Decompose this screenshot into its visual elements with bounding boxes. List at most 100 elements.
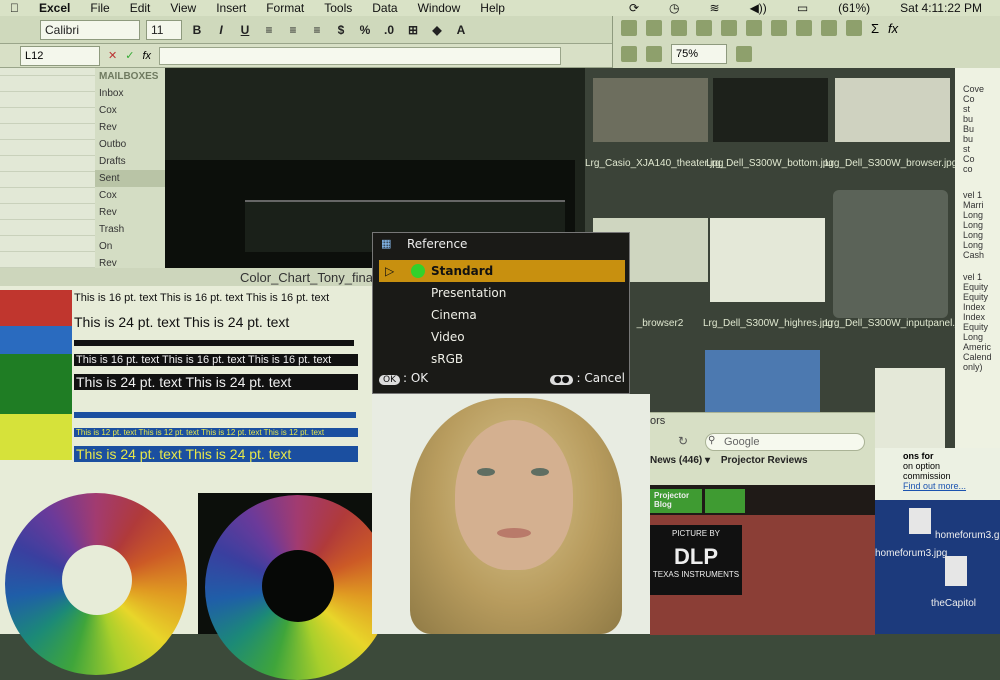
bookmark-news[interactable]: News (446) ▾ xyxy=(650,455,710,466)
menu-insert[interactable]: Insert xyxy=(216,1,246,15)
format-painter-icon[interactable] xyxy=(796,20,812,36)
text-row-16pt[interactable]: This is 16 pt. text This is 16 pt. text … xyxy=(74,292,329,304)
osd-item-video[interactable]: Video xyxy=(379,326,625,348)
copy-icon[interactable] xyxy=(746,20,762,36)
cancel-icon[interactable]: ✕ xyxy=(108,49,117,62)
help-icon[interactable] xyxy=(736,46,752,62)
osd-item-presentation[interactable]: Presentation xyxy=(379,282,625,304)
underline-button[interactable]: U xyxy=(236,21,254,39)
borders-icon[interactable]: ⊞ xyxy=(404,21,422,39)
menu-data[interactable]: Data xyxy=(372,1,397,15)
osd-item-cinema[interactable]: Cinema xyxy=(379,304,625,326)
paste-icon[interactable] xyxy=(771,20,787,36)
redo-icon[interactable] xyxy=(846,20,862,36)
menu-edit[interactable]: Edit xyxy=(130,1,151,15)
desktop-file-label[interactable]: homeforum3.gif xyxy=(935,530,1000,541)
browser-tab[interactable]: ors xyxy=(650,415,665,427)
undo-icon[interactable] xyxy=(821,20,837,36)
clock[interactable]: Sat 4:11:22 PM xyxy=(900,1,982,15)
desktop-file-label[interactable]: theCapitol xyxy=(931,598,976,609)
jpeg-file-icon[interactable] xyxy=(945,556,967,586)
mailbox-item[interactable]: Rev xyxy=(95,255,165,268)
thumbnail-label[interactable]: Lrg_Dell_S300W_bottom.jpg xyxy=(705,158,835,170)
thumbnail-label[interactable]: Lrg_Casio_XJA140_theater.jpg xyxy=(585,158,723,170)
thumbnail[interactable] xyxy=(835,78,950,142)
osd-item-standard[interactable]: ▷ Standard xyxy=(379,260,625,282)
thumbnail[interactable] xyxy=(705,350,820,416)
clock-icon[interactable]: ◷ xyxy=(669,1,679,15)
dlp-logo[interactable]: PICTURE BY DLP TEXAS INSTRUMENTS xyxy=(650,525,742,595)
battery-percent[interactable]: (61%) xyxy=(838,1,870,15)
menu-view[interactable]: View xyxy=(170,1,196,15)
percent-button[interactable]: % xyxy=(356,21,374,39)
confirm-icon[interactable]: ✓ xyxy=(125,49,134,62)
battery-icon[interactable]: ▭ xyxy=(797,1,808,15)
open-icon[interactable] xyxy=(646,20,662,36)
new-icon[interactable] xyxy=(621,20,637,36)
save-icon[interactable] xyxy=(671,20,687,36)
align-center-icon[interactable]: ≡ xyxy=(284,21,302,39)
text-row-12pt[interactable]: This is 12 pt. text This is 12 pt. text … xyxy=(74,428,358,437)
menu-window[interactable]: Window xyxy=(418,1,461,15)
osd-item-srgb[interactable]: sRGB xyxy=(379,348,625,370)
print-icon[interactable] xyxy=(696,20,712,36)
mailbox-inbox[interactable]: Inbox xyxy=(95,85,165,102)
selected-thumbnail[interactable] xyxy=(833,190,948,318)
italic-button[interactable]: I xyxy=(212,21,230,39)
mailbox-item[interactable]: Cox xyxy=(95,102,165,119)
menu-app-name[interactable]: Excel xyxy=(39,1,70,15)
thumbnail[interactable] xyxy=(875,368,945,448)
thumbnail[interactable] xyxy=(593,78,708,142)
zoom-select[interactable]: 75% xyxy=(671,44,727,64)
bookmark-projector-reviews[interactable]: Projector Reviews xyxy=(721,455,808,466)
font-name-select[interactable]: Calibri xyxy=(40,19,140,40)
align-right-icon[interactable]: ≡ xyxy=(308,21,326,39)
thumbnail[interactable] xyxy=(710,218,825,302)
menu-help[interactable]: Help xyxy=(480,1,505,15)
search-input[interactable]: Google xyxy=(705,433,865,451)
color-swatch-yellow[interactable] xyxy=(0,414,72,460)
mailbox-item[interactable]: Cox xyxy=(95,187,165,204)
text-row-24pt-blue[interactable]: This is 24 pt. text This is 24 pt. text xyxy=(74,446,358,462)
menu-format[interactable]: Format xyxy=(266,1,304,15)
mailbox-item[interactable]: On xyxy=(95,238,165,255)
sync-icon[interactable]: ⟳ xyxy=(629,1,639,15)
toolbox-icon[interactable] xyxy=(621,46,637,62)
mailbox-sent[interactable]: Sent xyxy=(95,170,165,187)
menu-file[interactable]: File xyxy=(90,1,109,15)
cut-icon[interactable] xyxy=(721,20,737,36)
bold-button[interactable]: B xyxy=(188,21,206,39)
reload-icon[interactable]: ↻ xyxy=(678,434,688,448)
apple-icon[interactable]:  xyxy=(10,1,19,15)
cell-reference[interactable]: L12 xyxy=(20,45,100,66)
mailbox-trash[interactable]: Trash xyxy=(95,221,165,238)
color-swatch-blue[interactable] xyxy=(0,326,72,354)
osd-ok-hint[interactable]: OK: OK xyxy=(379,371,428,389)
fill-color-icon[interactable]: ◆ xyxy=(428,21,446,39)
desktop-file-label[interactable]: homeforum3.jpg xyxy=(875,548,947,559)
volume-icon[interactable]: ◀)) xyxy=(750,1,767,15)
text-row-16pt-inverse[interactable]: This is 16 pt. text This is 16 pt. text … xyxy=(74,354,358,366)
projector-blog-link[interactable]: Projector Blog xyxy=(650,489,702,513)
mailbox-drafts[interactable]: Drafts xyxy=(95,153,165,170)
thumbnail-label[interactable]: Lrg_Dell_S300W_highres.jpg xyxy=(703,318,833,330)
function-button[interactable]: fx xyxy=(142,50,151,62)
thumbnail-label[interactable]: Lrg_Dell_S300W_inputpanel.jpg xyxy=(825,318,968,330)
formula-input[interactable] xyxy=(159,46,561,65)
currency-button[interactable]: $ xyxy=(332,21,350,39)
thumbnail[interactable] xyxy=(713,78,828,142)
decimal-icon[interactable]: .0 xyxy=(380,21,398,39)
gif-file-icon[interactable] xyxy=(909,508,931,534)
nav-tab[interactable] xyxy=(705,489,745,513)
font-color-icon[interactable]: A xyxy=(452,21,470,39)
font-size-select[interactable]: 11 xyxy=(146,19,182,40)
menu-tools[interactable]: Tools xyxy=(324,1,352,15)
fx-button[interactable]: fx xyxy=(888,21,898,36)
mailbox-item[interactable]: Rev xyxy=(95,204,165,221)
align-left-icon[interactable]: ≡ xyxy=(260,21,278,39)
color-swatch-red[interactable] xyxy=(0,290,72,326)
wifi-icon[interactable]: ≋ xyxy=(710,1,720,15)
mailbox-item[interactable]: Rev xyxy=(95,119,165,136)
osd-cancel-hint[interactable]: ●●: Cancel xyxy=(549,371,625,389)
text-row-24pt[interactable]: This is 24 pt. text This is 24 pt. text xyxy=(74,314,289,330)
